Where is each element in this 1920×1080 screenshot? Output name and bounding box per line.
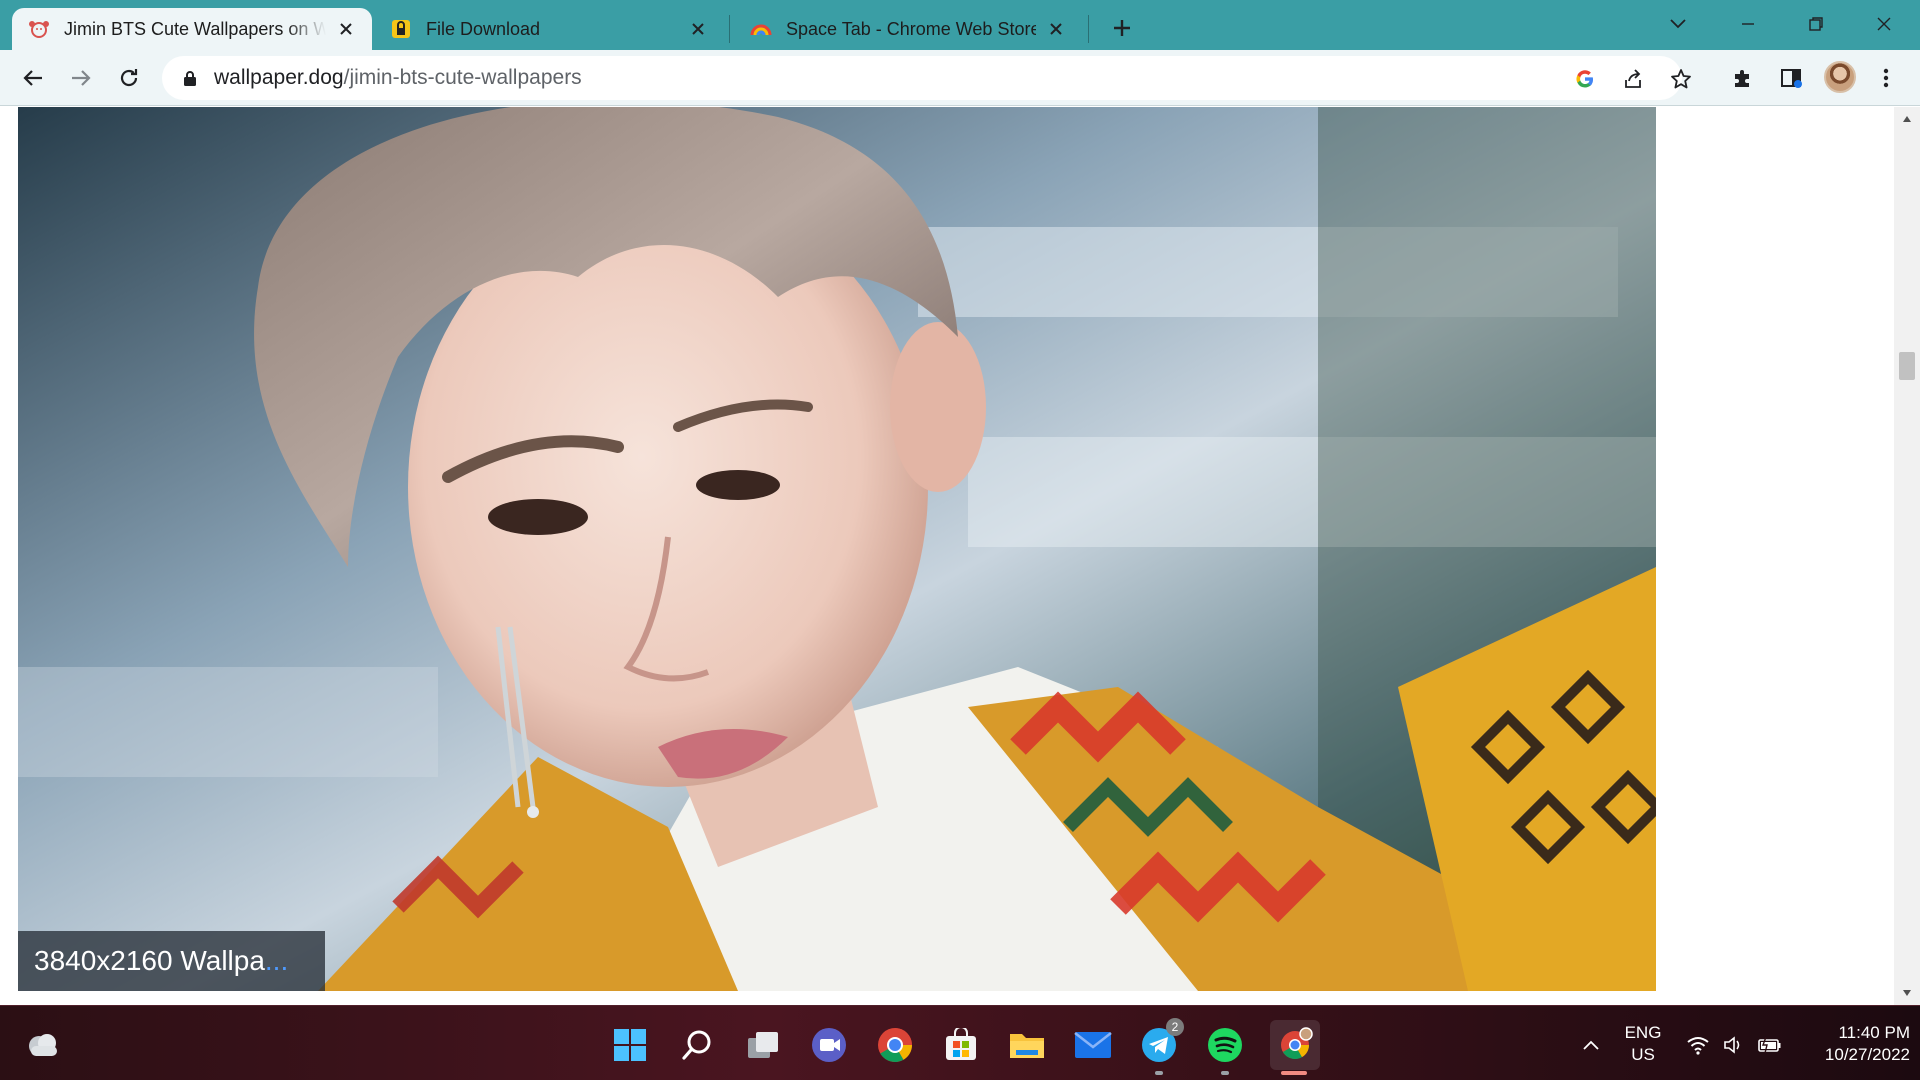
- url-text[interactable]: wallpaper.dog/jimin-bts-cute-wallpapers: [214, 66, 582, 90]
- spotify-icon: [1208, 1028, 1242, 1062]
- region-code: US: [1631, 1045, 1655, 1064]
- search-button[interactable]: [676, 1024, 718, 1066]
- wifi-icon[interactable]: [1680, 1024, 1716, 1066]
- notification-badge: 2: [1166, 1018, 1184, 1036]
- chrome-profile-app[interactable]: [1270, 1020, 1320, 1070]
- running-indicator: [1221, 1071, 1229, 1075]
- active-indicator: [1281, 1071, 1307, 1075]
- microsoft-store-app[interactable]: [940, 1024, 982, 1066]
- scroll-up-arrow-icon[interactable]: [1901, 113, 1913, 125]
- forward-button[interactable]: [62, 59, 100, 97]
- caption-text: 3840x2160 Wallpa: [34, 945, 265, 976]
- close-icon: [1877, 17, 1891, 31]
- page-scrollbar[interactable]: [1894, 107, 1920, 1005]
- google-icon[interactable]: [1572, 66, 1598, 92]
- reload-button[interactable]: [110, 59, 148, 97]
- wallpaper-image[interactable]: [18, 107, 1656, 991]
- browser-toolbar: wallpaper.dog/jimin-bts-cute-wallpapers: [0, 50, 1920, 106]
- star-icon[interactable]: [1668, 66, 1694, 92]
- scroll-thumb[interactable]: [1899, 352, 1915, 380]
- task-view-button[interactable]: [742, 1024, 784, 1066]
- spotify-app[interactable]: [1204, 1024, 1246, 1066]
- caption-ellipsis: ...: [264, 945, 289, 976]
- minimize-button[interactable]: [1726, 4, 1770, 44]
- chevron-up-icon: [1583, 1040, 1599, 1050]
- url-domain: wallpaper.dog: [214, 66, 344, 89]
- close-tab-icon[interactable]: [1044, 17, 1068, 41]
- url-path: /jimin-bts-cute-wallpapers: [343, 66, 582, 89]
- store-icon: [946, 1028, 976, 1060]
- lock-yellow-icon: [390, 18, 412, 40]
- search-icon: [682, 1030, 711, 1060]
- address-bar[interactable]: wallpaper.dog/jimin-bts-cute-wallpapers: [162, 56, 1691, 100]
- dog-icon: [28, 18, 50, 40]
- tab-search-button[interactable]: [1656, 4, 1700, 44]
- plus-icon: [1114, 20, 1130, 36]
- folder-icon: [1010, 1034, 1044, 1058]
- minimize-icon: [1742, 23, 1754, 25]
- tab-space-tab[interactable]: Space Tab - Chrome Web Store: [734, 8, 1082, 50]
- volume-icon[interactable]: [1716, 1024, 1752, 1066]
- language-code: ENG: [1624, 1023, 1662, 1042]
- new-tab-button[interactable]: [1106, 12, 1138, 44]
- scroll-down-arrow-icon[interactable]: [1901, 987, 1913, 999]
- arrow-right-icon: [72, 70, 91, 86]
- restore-button[interactable]: [1794, 4, 1838, 44]
- chrome-app[interactable]: [874, 1024, 916, 1066]
- extensions-button[interactable]: [1727, 62, 1759, 94]
- profile-avatar[interactable]: [1824, 61, 1856, 93]
- running-indicator: [1155, 1071, 1163, 1075]
- close-tab-icon[interactable]: [686, 17, 710, 41]
- mail-icon: [1074, 1032, 1112, 1058]
- image-caption[interactable]: 3840x2160 Wallpa...: [18, 931, 325, 991]
- file-explorer-app[interactable]: [1006, 1024, 1048, 1066]
- windows-logo-icon: [614, 1029, 646, 1061]
- chevron-down-icon: [1670, 19, 1686, 29]
- tab-separator: [1088, 15, 1089, 43]
- arrow-left-icon: [23, 70, 42, 86]
- teams-icon: [812, 1028, 846, 1062]
- chrome-icon: [878, 1028, 912, 1062]
- tab-title: Space Tab - Chrome Web Store: [786, 18, 1036, 39]
- tab-title: File Download: [426, 18, 541, 39]
- start-button[interactable]: [609, 1024, 651, 1066]
- share-icon[interactable]: [1620, 66, 1646, 92]
- tab-title: Jimin BTS Cute Wallpapers on Wa: [64, 18, 326, 39]
- side-panel-button[interactable]: [1775, 62, 1807, 94]
- page-content: 3840x2160 Wallpa...: [0, 107, 1920, 1005]
- restore-icon: [1809, 17, 1823, 31]
- battery-icon[interactable]: [1752, 1024, 1788, 1066]
- close-tab-icon[interactable]: [334, 17, 358, 41]
- rainbow-icon: [750, 18, 772, 40]
- lock-icon[interactable]: [180, 68, 200, 88]
- side-panel-icon: [1781, 69, 1802, 88]
- task-view-icon: [748, 1032, 778, 1058]
- weather-widget-icon[interactable]: [22, 1024, 64, 1066]
- menu-button[interactable]: [1870, 62, 1902, 94]
- telegram-app[interactable]: 2: [1138, 1018, 1184, 1066]
- teams-chat-button[interactable]: [808, 1024, 850, 1066]
- tab-separator: [729, 15, 730, 43]
- mail-app[interactable]: [1072, 1024, 1114, 1066]
- tab-strip: Jimin BTS Cute Wallpapers on Wa File Dow…: [0, 0, 1920, 50]
- more-vert-icon: [1883, 68, 1889, 88]
- puzzle-icon: [1735, 70, 1749, 87]
- show-hidden-icons-button[interactable]: [1573, 1024, 1609, 1066]
- close-window-button[interactable]: [1862, 4, 1906, 44]
- chrome-profile-icon: [1281, 1027, 1313, 1059]
- clock-time: 11:40 PM: [1838, 1023, 1910, 1042]
- clock-date: 10/27/2022: [1824, 1045, 1910, 1064]
- tab-file-download[interactable]: File Download: [374, 8, 724, 50]
- reload-icon: [120, 69, 138, 87]
- tab-jimin-wallpapers[interactable]: Jimin BTS Cute Wallpapers on Wa: [12, 8, 372, 50]
- language-indicator[interactable]: ENG US: [1618, 1022, 1668, 1066]
- back-button[interactable]: [14, 59, 52, 97]
- clock[interactable]: 11:40 PM 10/27/2022: [1798, 1022, 1910, 1066]
- windows-taskbar: 2 ENG US 11:40 PM 10/27/2022: [0, 1005, 1920, 1080]
